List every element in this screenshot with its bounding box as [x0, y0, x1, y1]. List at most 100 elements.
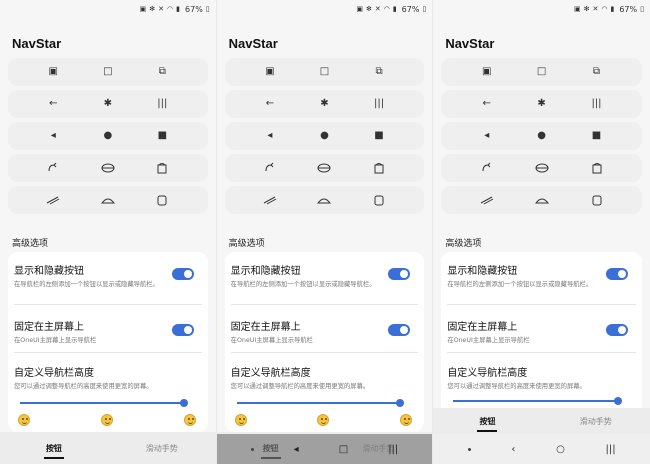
- slider-faces: [225, 414, 425, 426]
- recent-apps-icon: ▣: [48, 66, 58, 77]
- setting-home-screen[interactable]: 固定在主屏幕上 在OneUI主屏幕上显示导航栏: [447, 318, 636, 345]
- smile-medium-icon: [317, 414, 330, 426]
- toggle-dot-icon[interactable]: [467, 447, 471, 451]
- height-desc: 您可以通过调整导航栏的高度来使用更宽的屏幕。: [447, 383, 586, 390]
- asterisk-icon: ✱: [537, 98, 546, 109]
- back-triangle-icon: ◂: [50, 130, 56, 141]
- show-hide-toggle[interactable]: [605, 268, 628, 280]
- notification-icon: ▣: [139, 4, 147, 13]
- style-row-4[interactable]: [441, 154, 642, 182]
- home-screen-desc: 在OneUI主屏幕上显示导航栏: [447, 337, 530, 344]
- slider-faces: [8, 414, 208, 426]
- battery-text: 67%: [185, 4, 203, 14]
- recents-lines-nav-icon[interactable]: |||: [388, 444, 398, 455]
- divider: [14, 304, 202, 305]
- stylized-recents-icon: [151, 162, 173, 174]
- settings-icon: ✻: [365, 4, 372, 13]
- tab-gestures[interactable]: 滑动手势: [108, 443, 216, 454]
- height-desc: 您可以通过调整导航栏的高度来使用更宽的屏幕。: [230, 383, 370, 390]
- style-row-3[interactable]: ◂ ● ■: [441, 122, 642, 150]
- height-slider-thumb[interactable]: [396, 399, 405, 407]
- stylized-recents-icon-2: [586, 194, 608, 206]
- setting-height: 自定义导航栏高度 您可以通过调整导航栏的高度来使用更宽的屏幕。: [14, 364, 202, 391]
- stylized-home-icon-2: [97, 195, 119, 205]
- recents-lines-nav-icon[interactable]: |||: [606, 444, 616, 455]
- divider: [447, 352, 636, 353]
- style-row-4[interactable]: [8, 154, 208, 182]
- style-row-2[interactable]: ← ✱ |||: [224, 90, 425, 118]
- screen-3: ▣ ✻ ✕ ◠ ▮ 67% ▯ NavStar ▣ □ ⧉ ← ✱ ||| ◂: [433, 0, 650, 464]
- setting-show-hide[interactable]: 显示和隐藏按钮 在导航栏的左侧添加一个按钮以显示或隐藏导航栏。: [447, 262, 636, 289]
- height-slider[interactable]: [236, 402, 401, 404]
- tab-gestures[interactable]: 滑动手势: [542, 416, 650, 427]
- stylized-back-icon-2: [476, 195, 498, 205]
- recents-square-icon: ■: [374, 130, 384, 141]
- smile-large-icon: [183, 414, 196, 426]
- height-slider[interactable]: [453, 400, 618, 402]
- toggle-dot-icon[interactable]: [250, 447, 254, 451]
- signal-icon: ▮: [610, 4, 615, 13]
- stylized-home-icon: [531, 163, 553, 173]
- nav-bar-preview: ◂ □ |||: [216, 434, 433, 464]
- status-bar: ▣ ✻ ✕ ◠ ▮ 67% ▯: [217, 0, 433, 18]
- style-row-5[interactable]: [8, 186, 208, 214]
- recents-lines-icon: |||: [373, 98, 385, 109]
- stylized-back-icon: [259, 162, 281, 174]
- home-circle-nav-icon[interactable]: ○: [556, 444, 565, 455]
- style-row-5[interactable]: [441, 186, 642, 214]
- mute-icon: ✕: [374, 4, 381, 13]
- setting-home-screen[interactable]: 固定在主屏幕上 在OneUI主屏幕上显示导航栏: [231, 318, 419, 345]
- height-slider-thumb[interactable]: [179, 399, 188, 407]
- recents-lines-icon: |||: [591, 98, 602, 109]
- home-circle-icon: ●: [320, 130, 329, 141]
- style-row-2[interactable]: ← ✱ |||: [8, 90, 208, 118]
- style-row-1[interactable]: ▣ □ ⧉: [441, 58, 642, 86]
- setting-home-screen[interactable]: 固定在主屏幕上 在OneUI主屏幕上显示导航栏: [14, 318, 202, 345]
- stylized-home-icon-2: [531, 195, 553, 205]
- home-square-nav-icon[interactable]: □: [339, 444, 348, 455]
- style-row-1[interactable]: ▣ □ ⧉: [224, 58, 425, 86]
- back-triangle-icon: ◂: [267, 130, 273, 141]
- home-circle-icon: ●: [537, 130, 546, 141]
- button-style-grid: ▣ □ ⧉ ← ✱ ||| ◂ ● ■: [224, 58, 425, 218]
- tab-buttons[interactable]: 按钮: [0, 443, 108, 454]
- recent-apps-icon: ▣: [265, 66, 275, 77]
- smile-small-icon: [18, 414, 30, 426]
- settings-card: 显示和隐藏按钮 在导航栏的左侧添加一个按钮以显示或隐藏导航栏。 固定在主屏幕上 …: [224, 252, 425, 432]
- back-triangle-nav-icon[interactable]: ◂: [294, 444, 299, 455]
- show-hide-toggle[interactable]: [388, 268, 411, 280]
- style-row-5[interactable]: [224, 186, 425, 214]
- style-row-2[interactable]: ← ✱ |||: [441, 90, 642, 118]
- home-screen-toggle[interactable]: [171, 324, 194, 336]
- back-arrow-icon: ←: [265, 98, 275, 109]
- style-row-3[interactable]: ◂ ● ■: [224, 122, 425, 150]
- height-slider[interactable]: [20, 402, 184, 404]
- home-screen-desc: 在OneUI主屏幕上显示导航栏: [230, 337, 313, 344]
- advanced-options-header: 高级选项: [12, 239, 49, 249]
- style-row-3[interactable]: ◂ ● ■: [8, 122, 208, 150]
- status-bar: ▣ ✻ ✕ ◠ ▮ 67% ▯: [0, 0, 216, 18]
- style-row-4[interactable]: [224, 154, 425, 182]
- bottom-tabs: 按钮 滑动手势: [0, 432, 216, 464]
- tab-buttons[interactable]: 按钮: [433, 416, 541, 427]
- style-row-1[interactable]: ▣ □ ⧉: [8, 58, 208, 86]
- height-slider-thumb[interactable]: [613, 397, 622, 405]
- home-screen-toggle[interactable]: [605, 324, 628, 336]
- stylized-home-icon: [313, 163, 335, 173]
- stylized-back-icon: [42, 162, 64, 174]
- home-screen-desc: 在OneUI主屏幕上显示导航栏: [14, 337, 97, 344]
- divider: [230, 304, 419, 305]
- home-screen-toggle[interactable]: [388, 324, 411, 336]
- back-chevron-nav-icon[interactable]: ‹: [511, 444, 515, 455]
- notification-icon: ▣: [573, 4, 581, 13]
- divider: [447, 304, 636, 305]
- smile-medium-icon: [100, 414, 113, 426]
- setting-show-hide[interactable]: 显示和隐藏按钮 在导航栏的左侧添加一个按钮以显示或隐藏导航栏。: [231, 262, 419, 289]
- show-hide-toggle[interactable]: [171, 268, 194, 280]
- stylized-back-icon: [476, 162, 498, 174]
- setting-show-hide[interactable]: 显示和隐藏按钮 在导航栏的左侧添加一个按钮以显示或隐藏导航栏。: [14, 262, 202, 289]
- stylized-recents-icon: [368, 162, 390, 174]
- wifi-icon: ◠: [167, 4, 174, 13]
- status-bar: ▣ ✻ ✕ ◠ ▮ 67% ▯: [433, 0, 650, 18]
- button-style-grid: ▣ □ ⧉ ← ✱ ||| ◂ ● ■: [441, 58, 642, 218]
